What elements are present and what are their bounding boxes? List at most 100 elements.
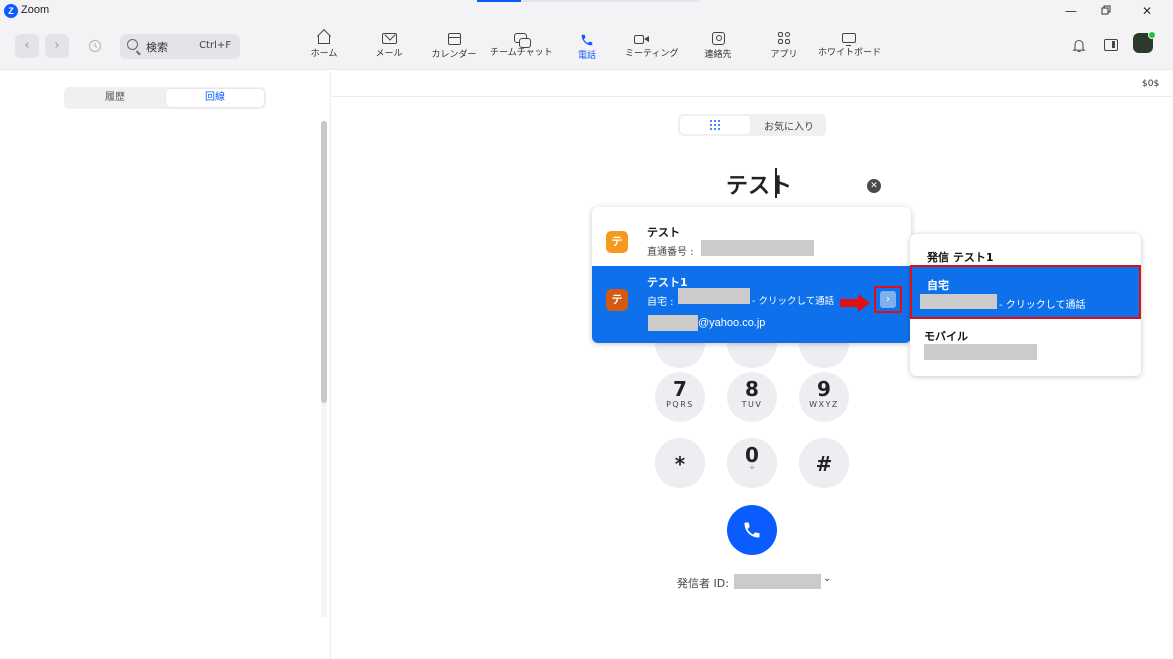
key-digit: # — [815, 452, 833, 476]
contact-email: @yahoo.co.jp — [698, 317, 766, 329]
contact-suggestions-popup: テ テスト 直通番号 : テ テスト1 自宅 : - クリックして通話 @yah… — [592, 207, 911, 343]
status-indicator[interactable]: $0$ — [1142, 79, 1159, 89]
scrollbar-thumb[interactable] — [321, 121, 327, 403]
keypad-icon — [710, 120, 720, 130]
app-title: Zoom — [21, 4, 50, 16]
bell-icon[interactable] — [1072, 38, 1086, 53]
suggestion-row[interactable]: テ テスト 直通番号 : — [592, 207, 911, 266]
tab-phone[interactable]: 電話 — [570, 25, 604, 67]
tab-label: アプリ — [770, 50, 798, 60]
search-input[interactable]: 検索 Ctrl+F — [120, 34, 240, 59]
redacted-email — [648, 315, 698, 331]
tab-keypad[interactable] — [680, 116, 750, 134]
key-digit: * — [674, 452, 686, 476]
redacted-number — [701, 240, 814, 256]
phone-icon — [744, 522, 760, 538]
side-panel-icon[interactable] — [1104, 39, 1118, 51]
caller-id-value-redacted[interactable] — [734, 574, 821, 589]
online-status-badge — [1148, 31, 1156, 39]
tab-favorites[interactable]: お気に入り — [764, 118, 814, 133]
tab-team-chat[interactable]: チームチャット — [490, 25, 553, 67]
search-placeholder: 検索 — [146, 41, 168, 54]
text-caret — [775, 168, 777, 198]
key-letters: + — [748, 463, 756, 472]
key-letters: TUV — [741, 400, 763, 409]
call-submenu: 発信 テスト1 自宅 - クリックして通話 モバイル — [910, 234, 1141, 376]
key-letters: PQRS — [666, 400, 694, 409]
top-toolbar: ‹ › 検索 Ctrl+F ホーム メール カレンダー チームチャット 電話 ミ… — [0, 22, 1173, 70]
contact-home-label: 自宅 : — [647, 297, 674, 308]
search-icon — [127, 39, 138, 50]
keypad-key-9[interactable]: 9 WXYZ — [799, 372, 849, 422]
content-divider — [332, 96, 1173, 97]
history-icon[interactable] — [83, 34, 107, 58]
keypad-key-7[interactable]: 7 PQRS — [655, 372, 705, 422]
segment-history[interactable]: 履歴 — [66, 89, 164, 107]
title-bar: Z Zoom — ✕ — [0, 0, 1173, 22]
whiteboard-icon — [842, 33, 856, 46]
segment-lines[interactable]: 回線 — [166, 89, 264, 107]
phone-icon — [580, 32, 594, 46]
forward-button[interactable]: › — [45, 34, 69, 58]
key-digit: 0 — [745, 443, 759, 467]
annotation-arrow-right-icon — [840, 294, 870, 312]
left-panel: 履歴 回線 — [0, 71, 331, 659]
highlight-box: › — [874, 286, 902, 313]
contact-number-label: 直通番号 : — [647, 247, 694, 258]
title-tab-active-indicator — [477, 0, 521, 2]
tab-label: ミーティング — [625, 49, 679, 59]
tab-label: メール — [375, 49, 403, 59]
redacted-number — [920, 294, 997, 309]
click-to-call-text: - クリックして通話 — [752, 296, 835, 307]
tab-label: カレンダー — [431, 50, 477, 60]
video-icon — [634, 35, 649, 44]
chat-icon — [513, 33, 531, 48]
chevron-down-icon[interactable]: ⌄ — [823, 573, 831, 584]
tab-label: ホーム — [310, 49, 338, 59]
submenu-item-home[interactable]: 自宅 - クリックして通話 — [910, 265, 1141, 319]
dial-input[interactable]: テスト — [726, 168, 792, 200]
mobile-label[interactable]: モバイル — [924, 328, 968, 344]
key-letters: WXYZ — [809, 400, 839, 409]
zoom-logo-icon: Z — [4, 4, 18, 18]
call-button[interactable] — [727, 505, 777, 555]
minimize-button[interactable]: — — [1059, 2, 1083, 20]
mail-icon — [381, 33, 397, 44]
home-label: 自宅 — [927, 279, 949, 292]
keypad-key-star[interactable]: * — [655, 438, 705, 488]
contacts-icon — [711, 32, 725, 45]
home-icon — [318, 35, 330, 44]
tab-calendar[interactable]: カレンダー — [431, 25, 477, 67]
keypad-key-hash[interactable]: # — [799, 438, 849, 488]
tab-contacts[interactable]: 連絡先 — [700, 25, 736, 67]
redacted-number — [678, 288, 750, 304]
tab-label: ホワイトボード — [818, 48, 882, 58]
tab-label: 連絡先 — [704, 50, 732, 60]
clear-input-button[interactable]: ✕ — [867, 179, 881, 193]
tab-meetings[interactable]: ミーティング — [625, 25, 679, 67]
close-window-button[interactable]: ✕ — [1135, 2, 1159, 20]
submenu-title: 発信 テスト1 — [927, 251, 994, 264]
tab-apps[interactable]: アプリ — [767, 25, 801, 67]
history-lines-segmented-control: 履歴 回線 — [64, 87, 266, 109]
restore-button[interactable] — [1094, 2, 1118, 20]
tab-home[interactable]: ホーム — [306, 25, 342, 67]
key-digit: 8 — [745, 377, 759, 401]
tab-whiteboard[interactable]: ホワイトボード — [818, 25, 882, 67]
keypad-key-0[interactable]: 0 + — [727, 438, 777, 488]
expand-arrow-button[interactable]: › — [880, 291, 896, 308]
keypad-key-8[interactable]: 8 TUV — [727, 372, 777, 422]
tab-label: 電話 — [577, 51, 596, 61]
click-to-call-text: - クリックして通話 — [999, 300, 1086, 311]
tab-mail[interactable]: メール — [371, 25, 407, 67]
calendar-icon — [447, 33, 461, 45]
key-digit: 7 — [673, 377, 687, 401]
back-button[interactable]: ‹ — [15, 34, 39, 58]
key-digit: 9 — [817, 377, 831, 401]
redacted-number — [924, 344, 1037, 360]
contact-avatar: テ — [606, 289, 628, 311]
search-shortcut: Ctrl+F — [199, 40, 231, 51]
keypad-favorites-tabs: お気に入り — [678, 114, 826, 136]
apps-icon — [777, 32, 791, 45]
restore-icon — [1101, 5, 1111, 15]
